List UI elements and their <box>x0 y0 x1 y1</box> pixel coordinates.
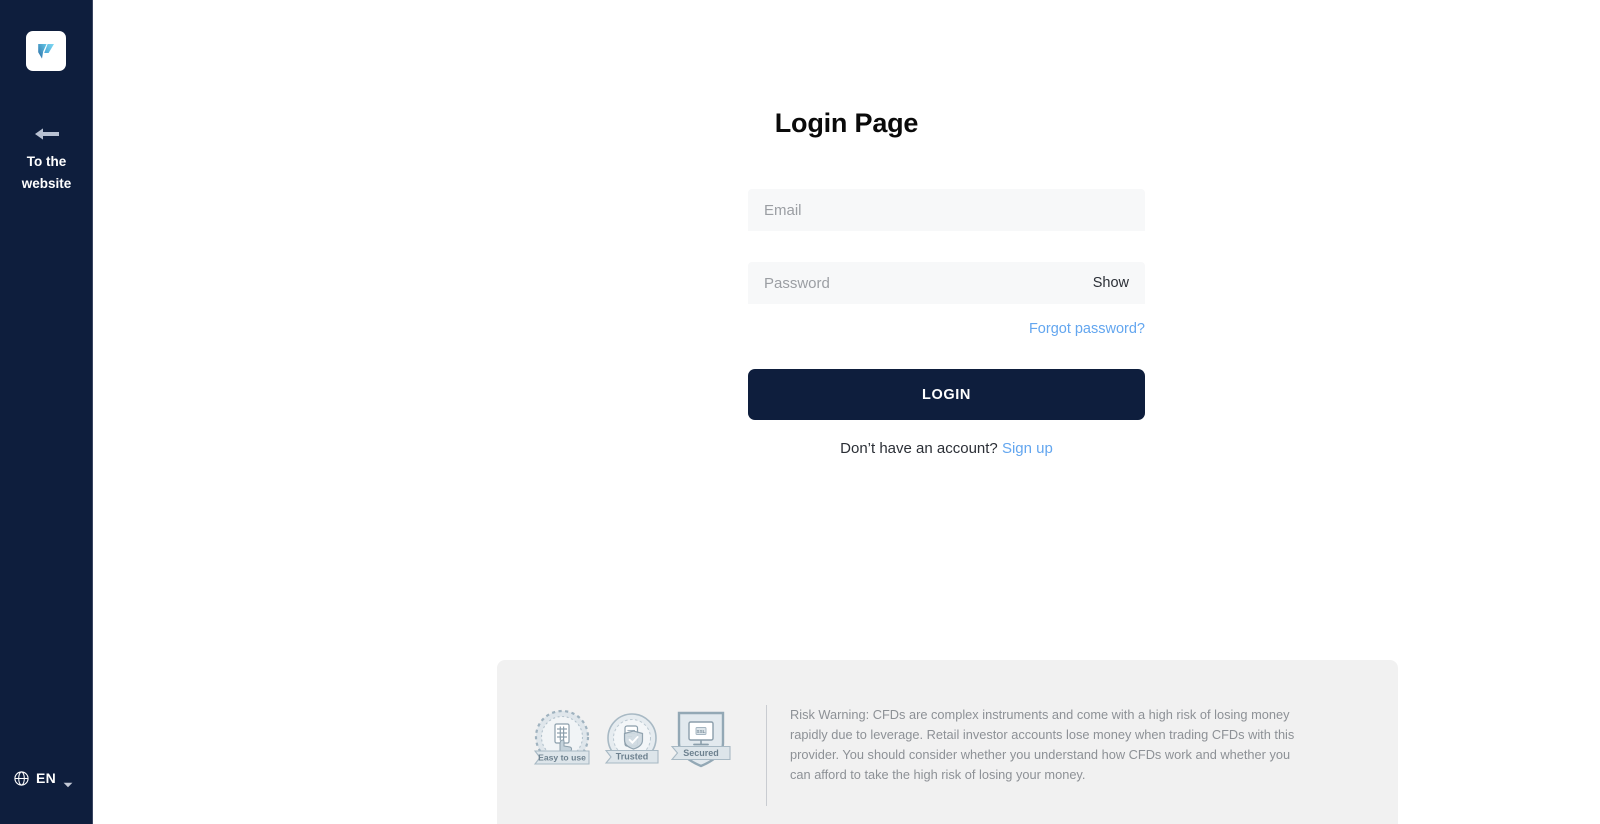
email-field-wrapper[interactable] <box>748 189 1145 231</box>
forgot-password-link[interactable]: Forgot password? <box>1029 321 1145 337</box>
language-selector[interactable]: EN <box>14 770 73 788</box>
language-code: EN <box>36 770 57 786</box>
main-content: Login Page Show Forgot password? LOGIN D… <box>93 0 1600 824</box>
easy-to-use-badge-label: Easy to use <box>538 752 586 762</box>
login-button[interactable]: LOGIN <box>748 369 1145 420</box>
password-field-wrapper[interactable]: Show <box>748 262 1145 304</box>
signup-row: Don’t have an account? Sign up <box>748 440 1145 457</box>
risk-warning-text: Risk Warning: CFDs are complex instrumen… <box>790 707 1295 782</box>
secured-badge-screen-text: SSL <box>697 729 706 734</box>
trusted-badge: Trusted <box>601 709 663 774</box>
easy-to-use-badge: Easy to use <box>529 707 595 774</box>
trusted-badge-label: Trusted <box>616 752 649 762</box>
sidebar: To the website EN <box>0 0 93 824</box>
to-website-label: To the website <box>21 154 72 191</box>
login-form: Show Forgot password? LOGIN Don’t have a… <box>748 189 1145 457</box>
arrow-left-icon <box>33 126 61 142</box>
to-website-link[interactable]: To the website <box>0 126 93 195</box>
secured-badge-label: Secured <box>683 748 719 758</box>
email-input[interactable] <box>764 189 1129 231</box>
forgot-password-row: Forgot password? <box>748 320 1145 338</box>
brand-logo[interactable] <box>26 31 66 71</box>
chevron-down-icon <box>63 775 73 788</box>
signup-prompt-text: Don’t have an account? <box>840 440 998 457</box>
password-input[interactable] <box>764 262 1083 304</box>
globe-icon <box>14 770 29 786</box>
secured-badge: SSL Secured <box>669 705 733 774</box>
login-page: To the website EN Login Page Email Show … <box>0 0 1600 824</box>
brand-logo-icon <box>33 38 59 64</box>
signup-link[interactable]: Sign up <box>1002 440 1053 457</box>
show-password-toggle[interactable]: Show <box>1083 275 1129 291</box>
trust-badges: Easy to use Trusted SSL Secured <box>497 705 733 774</box>
footer-disclaimer-panel: Easy to use Trusted SSL Secured Risk War… <box>497 660 1398 824</box>
page-title: Login Page <box>774 108 919 138</box>
